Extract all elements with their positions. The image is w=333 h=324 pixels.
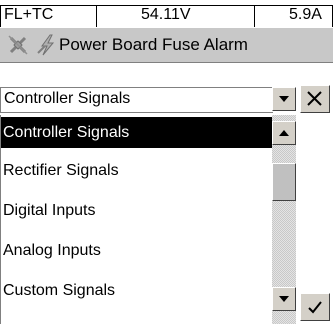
list-item-analog-inputs[interactable]: Analog Inputs [1,235,273,266]
list-scrollbar[interactable] [272,115,296,324]
arrow-down-icon [273,288,295,310]
chevron-down-icon [273,88,295,110]
signal-type-select-value: Controller Signals [4,90,131,107]
scroll-up-button[interactable] [272,121,296,145]
status-divider [96,6,97,27]
status-divider [254,6,255,27]
close-icon [301,86,329,112]
scroll-down-button[interactable] [272,287,296,311]
arrow-up-icon [273,122,295,144]
status-current: 5.9A [289,6,322,23]
list-item-rectifier-signals[interactable]: Rectifier Signals [1,155,273,186]
power-lightning-icon [36,34,58,56]
list-item-custom-signals[interactable]: Custom Signals [1,275,273,306]
signal-type-select[interactable]: Controller Signals [0,87,273,113]
muted-alarm-icon [6,34,30,56]
status-mode: FL+TC [4,6,54,23]
close-button[interactable] [300,85,330,113]
signal-list[interactable]: Controller Signals Rectifier Signals Dig… [0,115,273,324]
alarm-bar[interactable]: Power Board Fuse Alarm [0,27,333,63]
checkmark-icon [301,294,329,320]
scroll-thumb[interactable] [272,163,296,201]
list-item-controller-signals[interactable]: Controller Signals [1,117,273,148]
list-item-digital-inputs[interactable]: Digital Inputs [1,195,273,226]
status-bar: FL+TC 54.11V 5.9A [0,5,333,28]
status-voltage: 54.11V [141,6,191,23]
dropdown-toggle-button[interactable] [272,87,296,111]
alarm-message: Power Board Fuse Alarm [59,35,248,54]
confirm-button[interactable] [300,293,330,321]
